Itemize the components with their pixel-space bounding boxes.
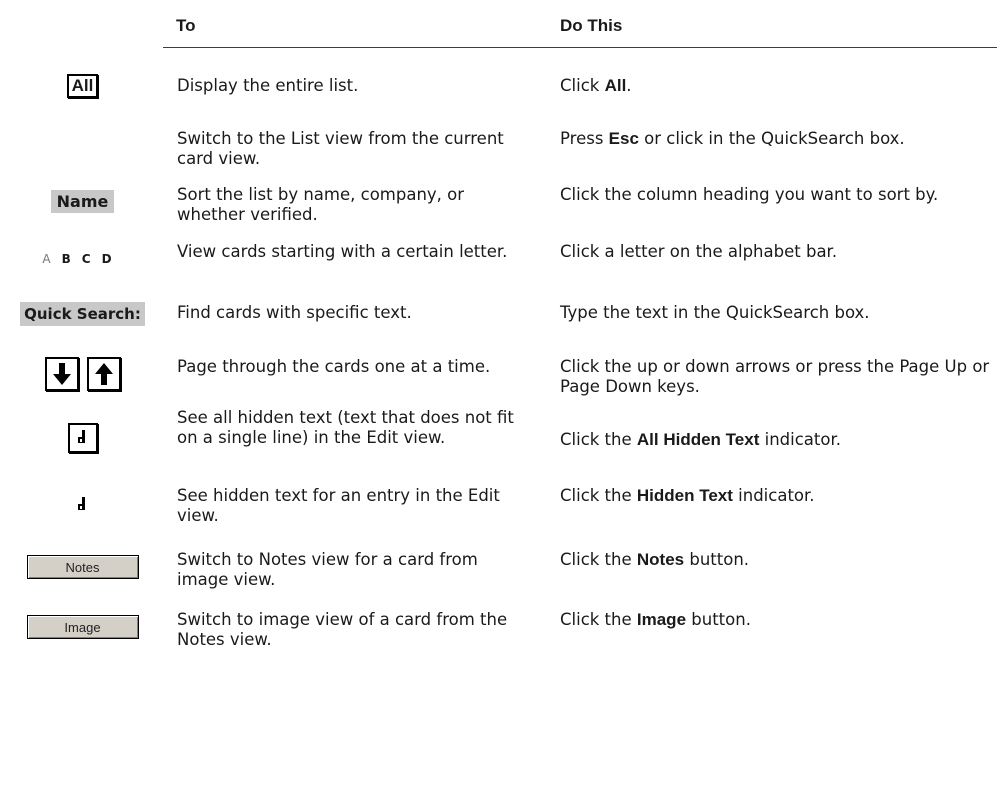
do-this-cell: Click the All Hidden Text indicator. [560, 430, 841, 449]
to-cell: Switch to image view of a card from the … [177, 610, 508, 649]
name-column-heading-icon[interactable]: Name [50, 189, 115, 213]
page-up-icon[interactable] [86, 357, 121, 391]
to-cell: See hidden text for an entry in the Edit… [177, 486, 500, 525]
all-hidden-text-icon[interactable] [67, 423, 98, 453]
header-divider [163, 47, 997, 48]
to-cell: See all hidden text (text that does not … [177, 408, 514, 447]
do-this-cell: Click the Notes button. [560, 550, 750, 569]
do-this-cell: Press Esc or click in the QuickSearch bo… [560, 129, 905, 148]
table-row: See all hidden text (text that does not … [0, 405, 997, 475]
to-cell: Display the entire list. [177, 76, 359, 95]
notes-button[interactable]: Notes [26, 555, 139, 579]
column-header-do-this: Do This [560, 16, 623, 35]
to-cell: Page through the cards one at a time. [177, 357, 491, 376]
table-row: Page through the cards one at a time. Cl… [0, 348, 997, 398]
table-row: Name Sort the list by name, company, or … [0, 176, 997, 226]
quick-search-label-icon[interactable]: Quick Search: [20, 302, 145, 326]
hidden-text-icon[interactable] [77, 497, 89, 517]
all-button-icon[interactable]: All [66, 74, 99, 98]
table-row: All Display the entire list. Click All. [0, 62, 997, 110]
table-row: Image Switch to image view of a card fro… [0, 600, 997, 662]
to-cell: Switch to Notes view for a card from ima… [177, 550, 478, 589]
table-row: Quick Search: Find cards with specific t… [0, 293, 997, 337]
page-down-icon[interactable] [44, 357, 79, 391]
do-this-cell: Click All. [560, 76, 632, 95]
to-cell: Switch to the List view from the current… [177, 129, 504, 168]
do-this-cell: Click a letter on the alphabet bar. [560, 242, 838, 261]
table-row: ABCD View cards starting with a certain … [0, 234, 997, 284]
do-this-cell: Type the text in the QuickSearch box. [560, 303, 870, 322]
do-this-cell: Click the Hidden Text indicator. [560, 486, 815, 505]
to-cell: View cards starting with a certain lette… [177, 242, 508, 261]
table-row: Notes Switch to Notes view for a card fr… [0, 540, 997, 602]
page-arrows-icon [0, 357, 165, 391]
table-header: To Do This [163, 0, 997, 49]
do-this-cell: Click the column heading you want to sor… [560, 185, 939, 204]
image-button[interactable]: Image [26, 615, 139, 639]
table-row: Switch to the List view from the current… [0, 120, 997, 170]
do-this-cell: Click the up or down arrows or press the… [560, 357, 990, 396]
column-header-to: To [176, 16, 196, 35]
to-cell: Sort the list by name, company, or wheth… [177, 185, 465, 224]
do-this-cell: Click the Image button. [560, 610, 751, 629]
table-row: See hidden text for an entry in the Edit… [0, 481, 997, 535]
alphabet-bar-icon[interactable]: ABCD [42, 252, 122, 266]
to-cell: Find cards with specific text. [177, 303, 412, 322]
